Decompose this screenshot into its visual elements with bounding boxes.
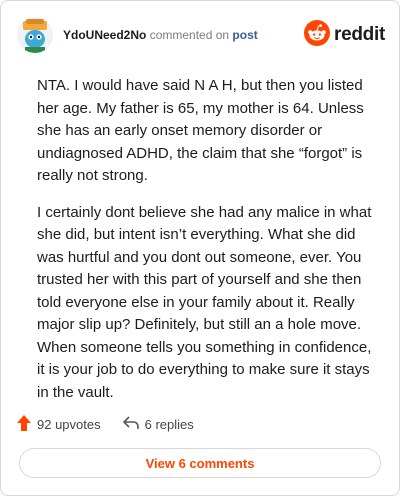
upvote-arrow-icon bbox=[17, 414, 37, 434]
commented-on-label: commented on bbox=[149, 28, 230, 42]
upvote-count: 92 upvotes bbox=[37, 416, 101, 432]
reddit-wordmark: reddit bbox=[334, 24, 385, 45]
post-link[interactable]: post bbox=[232, 28, 257, 42]
replies-count: 6 replies bbox=[144, 416, 194, 432]
username-link[interactable]: YdoUNeed2No bbox=[63, 28, 146, 42]
comment-paragraph: I certainly dont believe she had any mal… bbox=[37, 203, 372, 401]
view-comments-button[interactable]: View 6 comments bbox=[19, 448, 381, 478]
avatar[interactable] bbox=[17, 17, 53, 53]
comment-actions: 92 upvotes 6 replies bbox=[17, 413, 216, 435]
reddit-brand[interactable]: reddit bbox=[304, 19, 385, 51]
reply-arrow-icon bbox=[122, 415, 145, 433]
comment-card: YdoUNeed2No commented on post reddit NTA… bbox=[0, 0, 400, 496]
comment-body: NTA. I would have said N A H, but then y… bbox=[37, 75, 377, 418]
reddit-logo-icon bbox=[304, 19, 331, 51]
comment-paragraph: NTA. I would have said N A H, but then y… bbox=[37, 77, 364, 184]
comment-meta: YdoUNeed2No commented on post bbox=[63, 27, 258, 43]
replies-button[interactable]: 6 replies bbox=[122, 415, 194, 433]
comment-header: YdoUNeed2No commented on post reddit bbox=[17, 15, 385, 55]
upvote-button[interactable]: 92 upvotes bbox=[17, 414, 101, 434]
